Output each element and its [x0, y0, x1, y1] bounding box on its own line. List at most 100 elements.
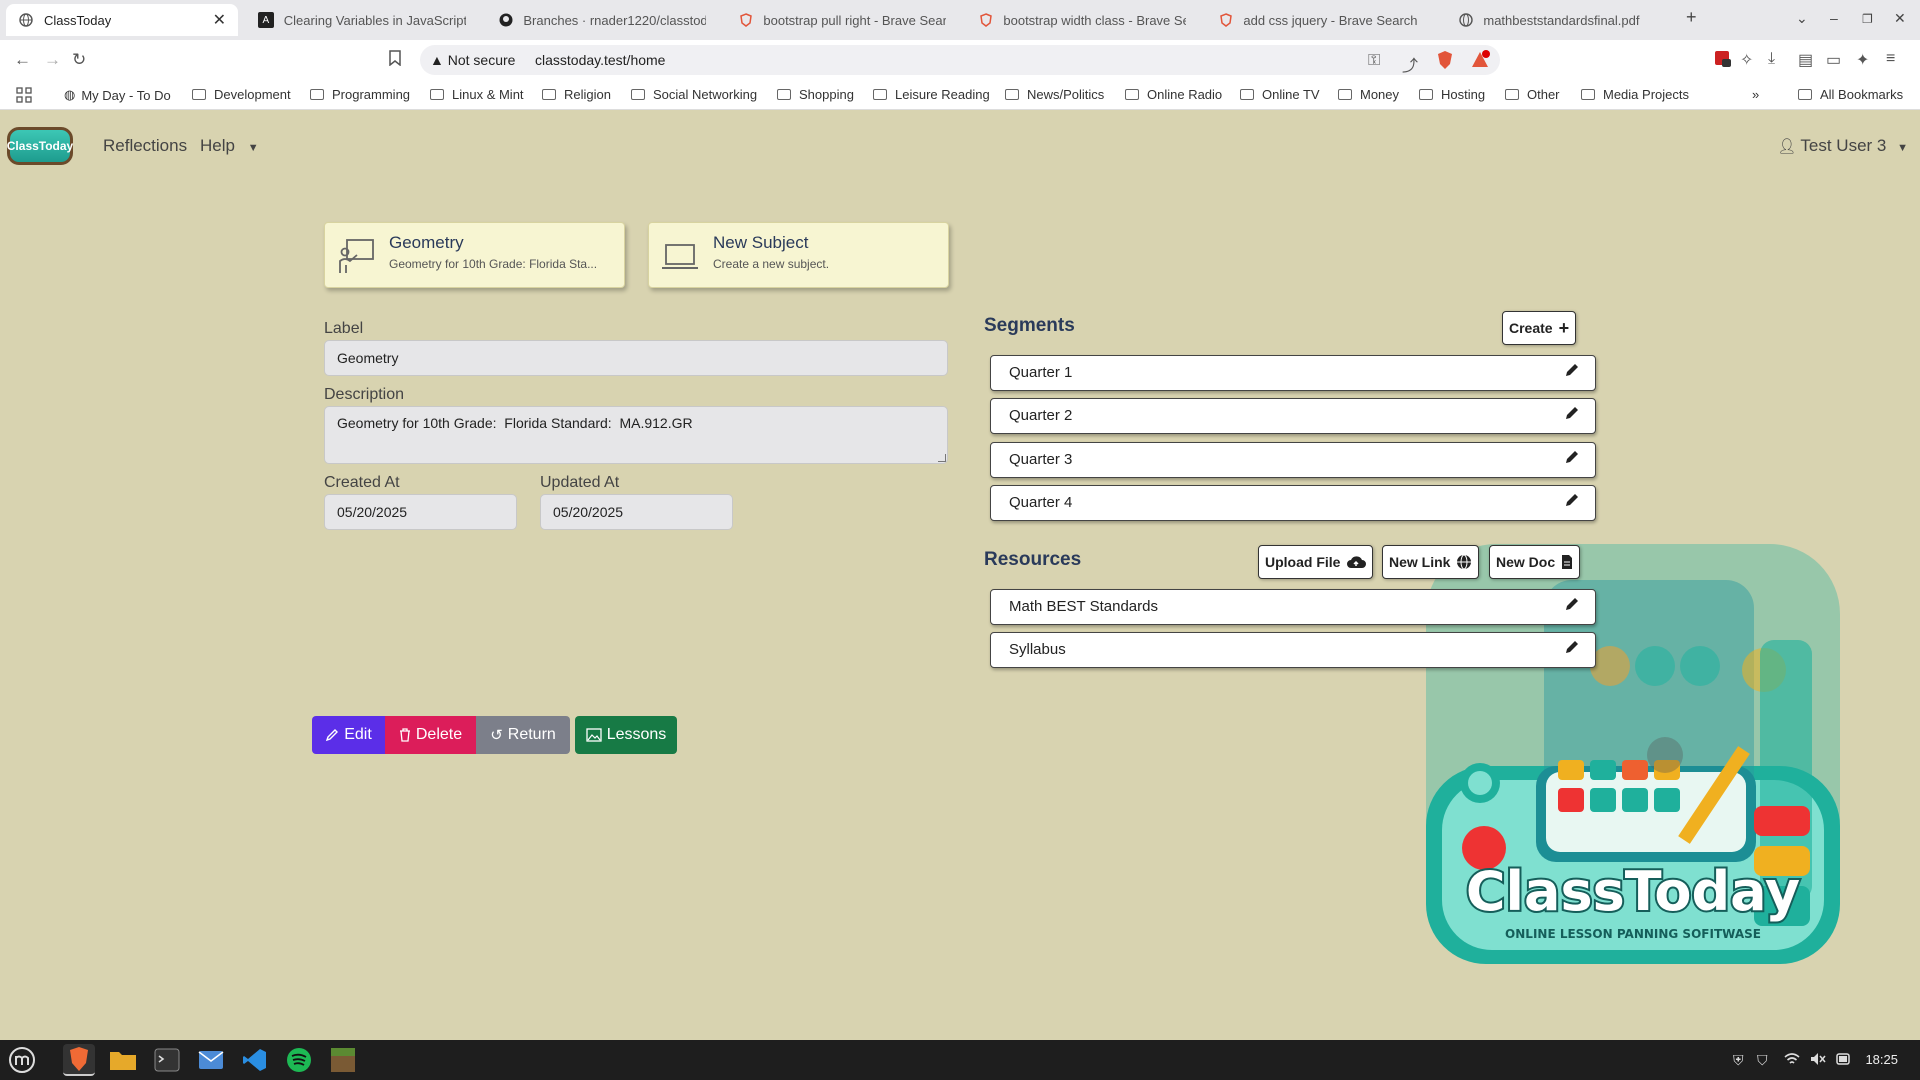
apps-grid-icon[interactable] [16, 87, 32, 103]
segment-item[interactable]: Quarter 1 [990, 355, 1596, 391]
delete-button[interactable]: Delete [385, 716, 476, 754]
maximize-button[interactable]: ❐ [1862, 12, 1873, 26]
vscode-icon[interactable] [239, 1044, 271, 1076]
subject-title: Geometry [389, 233, 464, 252]
brave-browser-icon[interactable] [63, 1044, 95, 1076]
return-button[interactable]: ↺ Return [476, 716, 570, 754]
resource-item[interactable]: Syllabus [990, 632, 1596, 668]
url-text[interactable]: classtoday.test/home [535, 52, 665, 68]
upload-file-button[interactable]: Upload File [1258, 545, 1374, 579]
bookmark-media-projects[interactable]: Media Projects [1581, 87, 1689, 102]
tab-bootstrap-pull-right[interactable]: bootstrap pull right - Brave Sear [726, 4, 958, 36]
wifi-icon[interactable] [1784, 1052, 1800, 1069]
created-at-input[interactable] [324, 494, 517, 530]
url-bar[interactable]: ▲ Not secure classtoday.test/home ⚿ ⤴ [420, 45, 1500, 75]
download-icon[interactable]: ⤓ [1768, 50, 1775, 68]
segment-item[interactable]: Quarter 3 [990, 442, 1596, 478]
nav-help[interactable]: Help ▼ [200, 136, 259, 156]
volume-muted-icon[interactable] [1810, 1052, 1826, 1069]
pencil-icon[interactable] [1563, 638, 1581, 656]
reload-icon[interactable]: ↻ [72, 50, 86, 70]
mint-menu-icon[interactable] [6, 1044, 38, 1076]
clock[interactable]: 18:25 [1865, 1052, 1898, 1067]
new-doc-button[interactable]: New Doc [1489, 545, 1581, 579]
updated-at-input[interactable] [540, 494, 733, 530]
minecraft-icon[interactable] [327, 1044, 359, 1076]
bookmark-religion[interactable]: Religion [542, 87, 611, 102]
pencil-icon[interactable] [1563, 361, 1581, 379]
bookmark-hosting[interactable]: Hosting [1419, 87, 1485, 102]
app-logo[interactable]: ClassToday [7, 127, 73, 165]
update-shield-icon[interactable]: ⛨ [1733, 1052, 1744, 1069]
bookmark-icon[interactable] [388, 50, 402, 71]
file-manager-icon[interactable] [107, 1044, 139, 1076]
tab-clearing-variables[interactable]: A Clearing Variables in JavaScript [246, 4, 478, 36]
terminal-icon[interactable] [151, 1044, 183, 1076]
spotify-icon[interactable] [283, 1044, 315, 1076]
tab-add-css-jquery[interactable]: add css jquery - Brave Search [1206, 4, 1438, 36]
wallet-icon[interactable]: ▭ [1826, 50, 1841, 70]
subject-card-geometry[interactable]: Geometry Geometry for 10th Grade: Florid… [324, 222, 625, 288]
bookmark-programming[interactable]: Programming [310, 87, 410, 102]
bookmark-my-day[interactable]: ◍ My Day - To Do [64, 87, 171, 103]
security-indicator[interactable]: ▲ Not secure [430, 52, 515, 68]
extension-badge-icon[interactable] [1714, 50, 1732, 73]
pencil-icon[interactable] [1563, 448, 1581, 466]
tab-classtoday[interactable]: ClassToday ✕ [6, 4, 238, 36]
more-bookmarks-icon[interactable]: » [1752, 87, 1759, 102]
brave-icon [1218, 12, 1233, 28]
bookmark-news-politics[interactable]: News/Politics [1005, 87, 1104, 102]
resource-item[interactable]: Math BEST Standards [990, 589, 1596, 625]
new-link-button[interactable]: New Link [1382, 545, 1480, 579]
caret-down-icon: ▼ [1897, 142, 1908, 154]
back-arrow-icon[interactable]: ← [14, 50, 31, 70]
description-textarea[interactable]: Geometry for 10th Grade: Florida Standar… [324, 406, 948, 464]
nav-reflections[interactable]: Reflections [103, 136, 187, 156]
extensions-puzzle-icon[interactable]: ✧ [1740, 50, 1753, 70]
security-icon[interactable]: ⛉ [1757, 1052, 1768, 1069]
brave-rewards-icon[interactable] [1470, 50, 1490, 75]
resize-handle-icon[interactable] [938, 454, 946, 462]
tab-bootstrap-width[interactable]: bootstrap width class - Brave Se [966, 4, 1198, 36]
brave-shields-icon[interactable] [1436, 50, 1454, 75]
tab-label: Branches · rnader1220/classtoda [523, 12, 706, 28]
bookmark-online-radio[interactable]: Online Radio [1125, 87, 1222, 102]
bookmark-development[interactable]: Development [192, 87, 291, 102]
label-input[interactable] [324, 340, 948, 376]
bookmark-leisure-reading[interactable]: Leisure Reading [873, 87, 990, 102]
pencil-icon[interactable] [1563, 491, 1581, 509]
leo-ai-icon[interactable]: ✦ [1856, 50, 1869, 70]
bookmark-all[interactable]: All Bookmarks [1798, 87, 1903, 102]
key-icon[interactable]: ⚿ [1368, 52, 1380, 70]
user-menu[interactable]: 👤︎ Test User 3 ▼ [1777, 136, 1908, 156]
menu-icon[interactable]: ≡ [1886, 50, 1895, 68]
lessons-button[interactable]: Lessons [575, 716, 677, 754]
bookmark-online-tv[interactable]: Online TV [1240, 87, 1320, 102]
subject-card-new[interactable]: New Subject Create a new subject. [648, 222, 949, 288]
pencil-icon[interactable] [1563, 595, 1581, 613]
close-window-button[interactable]: ✕ [1894, 10, 1906, 27]
bookmark-linux-mint[interactable]: Linux & Mint [430, 87, 524, 102]
pencil-icon[interactable] [1563, 404, 1581, 422]
battery-icon[interactable] [1836, 1052, 1852, 1069]
bookmark-social-networking[interactable]: Social Networking [631, 87, 757, 102]
create-segment-button[interactable]: Create + [1502, 311, 1577, 345]
new-tab-button[interactable]: + [1686, 7, 1697, 28]
sidebar-icon[interactable]: ▤ [1798, 50, 1813, 70]
bookmark-other[interactable]: Other [1505, 87, 1560, 102]
subject-description: Create a new subject. [713, 257, 830, 271]
minimize-button[interactable]: – [1830, 10, 1838, 26]
tab-math-pdf[interactable]: mathbeststandardsfinal.pdf [1446, 4, 1678, 36]
share-icon[interactable]: ⤴ [1402, 52, 1418, 76]
close-tab-icon[interactable]: ✕ [213, 10, 226, 30]
tab-github-branches[interactable]: Branches · rnader1220/classtoda [486, 4, 718, 36]
caret-down-icon: ▼ [247, 142, 259, 154]
edit-button[interactable]: Edit [312, 716, 385, 754]
segment-item[interactable]: Quarter 2 [990, 398, 1596, 434]
bookmark-shopping[interactable]: Shopping [777, 87, 854, 102]
bookmark-money[interactable]: Money [1338, 87, 1399, 102]
forward-arrow-icon[interactable]: → [44, 50, 61, 70]
segment-item[interactable]: Quarter 4 [990, 485, 1596, 521]
mail-icon[interactable] [195, 1044, 227, 1076]
tab-list-chevron-icon[interactable]: ⌄ [1796, 10, 1808, 27]
